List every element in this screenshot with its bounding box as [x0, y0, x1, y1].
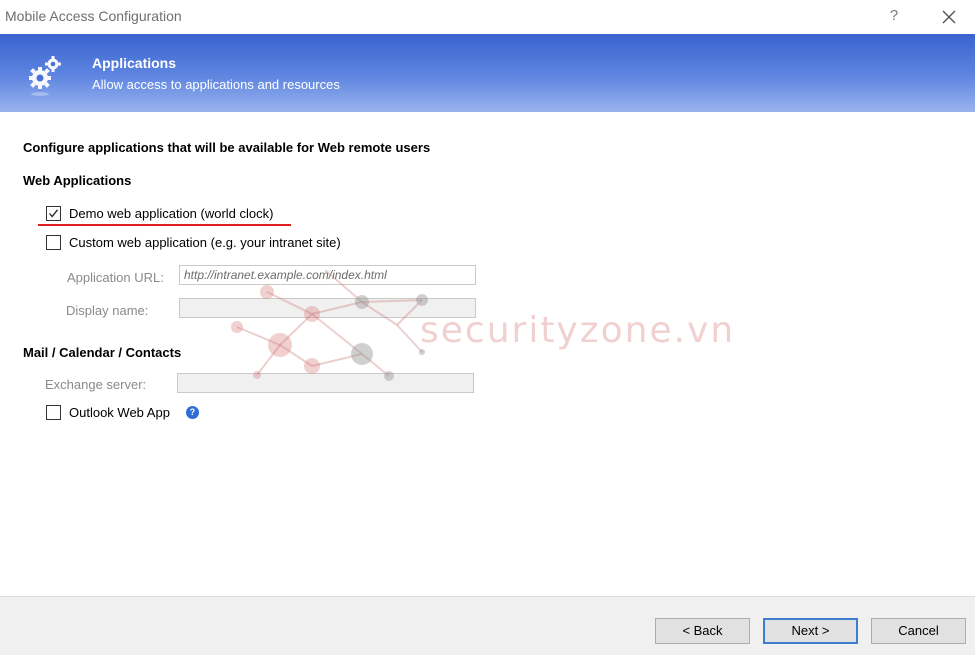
- demo-web-app-checkbox[interactable]: Demo web application (world clock): [46, 206, 273, 221]
- banner-subtitle: Allow access to applications and resourc…: [92, 77, 340, 92]
- mail-calendar-contacts-title: Mail / Calendar / Contacts: [23, 345, 182, 360]
- checkbox-unchecked[interactable]: [46, 235, 61, 250]
- demo-web-app-label: Demo web application (world clock): [69, 206, 274, 221]
- gears-icon: [26, 54, 66, 98]
- window-title: Mobile Access Configuration: [5, 8, 182, 24]
- close-icon[interactable]: [938, 6, 960, 28]
- highlight-underline: [38, 224, 291, 226]
- custom-web-app-label: Custom web application (e.g. your intran…: [69, 235, 341, 250]
- page-heading: Configure applications that will be avai…: [23, 140, 431, 155]
- exchange-server-field[interactable]: [177, 373, 474, 393]
- application-url-field[interactable]: http://intranet.example.com/index.html: [179, 265, 476, 285]
- custom-web-app-checkbox[interactable]: Custom web application (e.g. your intran…: [46, 235, 341, 250]
- back-button[interactable]: < Back: [655, 618, 750, 644]
- checkbox-checked[interactable]: [46, 206, 61, 221]
- help-button[interactable]: ?: [884, 6, 904, 26]
- outlook-web-app-label: Outlook Web App: [69, 405, 170, 420]
- outlook-web-app-checkbox[interactable]: Outlook Web App: [46, 405, 170, 420]
- cancel-button[interactable]: Cancel: [871, 618, 966, 644]
- title-bar: Mobile Access Configuration ?: [0, 0, 975, 34]
- exchange-server-label: Exchange server:: [45, 377, 147, 392]
- button-bar: < Back Next > Cancel: [0, 596, 975, 655]
- next-button[interactable]: Next >: [763, 618, 858, 644]
- header-banner: Applications Allow access to application…: [0, 34, 975, 112]
- banner-title: Applications: [92, 55, 177, 71]
- application-url-label: Application URL:: [67, 270, 164, 285]
- help-icon[interactable]: ?: [186, 406, 199, 419]
- display-name-label: Display name:: [66, 303, 149, 318]
- web-applications-title: Web Applications: [23, 173, 132, 188]
- checkbox-unchecked[interactable]: [46, 405, 61, 420]
- watermark-text: securityzone.vn: [420, 310, 736, 351]
